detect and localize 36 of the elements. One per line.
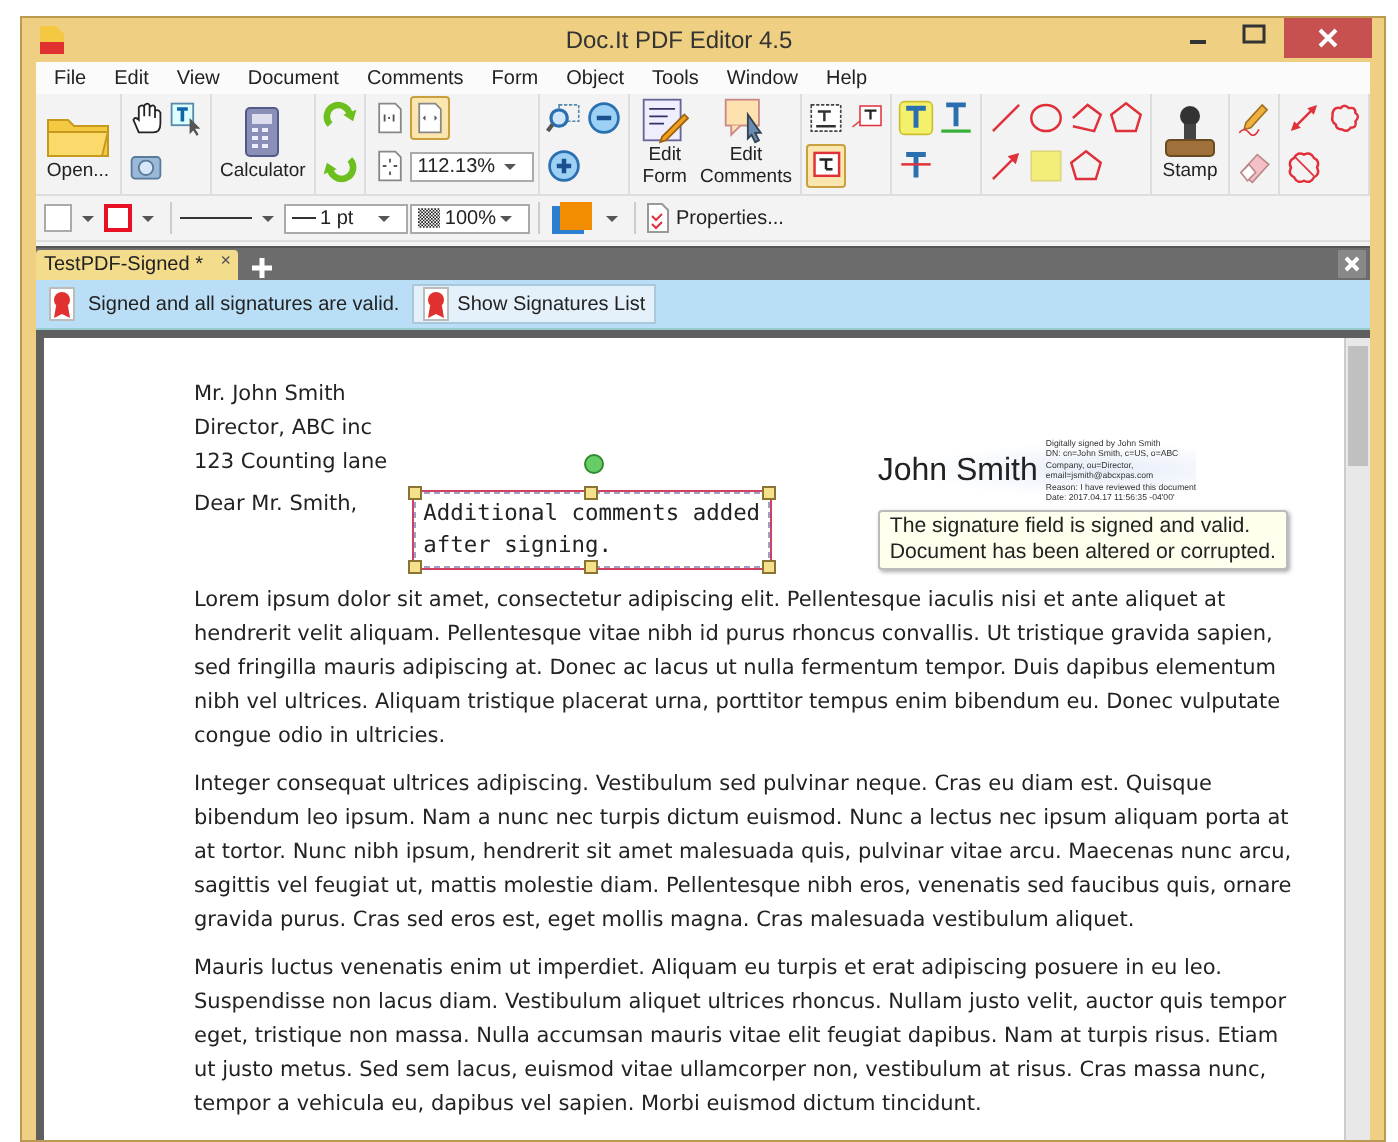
- menu-item[interactable]: Form: [477, 67, 553, 89]
- greeting-text: Dear Mr. Smith,: [194, 490, 358, 520]
- address-line: Director, ABC inc: [194, 414, 373, 444]
- menu-item[interactable]: Tools: [638, 67, 713, 89]
- properties-button[interactable]: Properties...: [644, 200, 786, 236]
- menu-item[interactable]: Edit: [100, 67, 163, 89]
- body-paragraph: Integer consequat ultrices adipiscing. Vestibulum sed pulvinar neque. Cras eu diam est. Quisque bibendum leo ipsum. Nam a nunc nec turpis dictum euismod. Nunc a lectus nec ipsum aliquam porta at at tortor. Nunc nibh ipsum, hendrerit sit amet malesuada quis, pulvinar vitae arcu. Maecenas nunc arcu, sagittis vel feugiat ut, mattis molestie diam. Pellentesque nibh eros, venenatis sed faucibus quis, ornare gravida purus. Cras sed eros est, eget mollis magna. Cras malesuada vestibulum aliquet.: [194, 770, 1294, 937]
- zoom-dropdown[interactable]: 112.13%: [409, 151, 534, 181]
- menu-item[interactable]: Help: [811, 67, 882, 89]
- tool-button[interactable]: Stamp: [1156, 94, 1224, 190]
- tool-button[interactable]: Open...: [40, 94, 116, 190]
- menu-item[interactable]: Comments: [352, 67, 478, 89]
- annotation-text-line: after signing.: [423, 530, 614, 562]
- menu-item[interactable]: Window: [712, 67, 812, 89]
- body-paragraph: Lorem ipsum dolor sit amet, consectetur adipiscing elit. Pellentesque iaculis nisi et ante aliquet at hendrerit velit aliquam. Pellentesque vitae nibh id purus rhoncus convallis. Ut tristique gravida sapien, sed fringilla mauris adipiscing at. Donec ac lacus ut nulla fermentum tempor. Duis dapibus elementum nibh vel ultrices. Aliquam tristique placerat urna, porttitor tempus enim bibendum eu. Donec vulputate congue odio in ultricies.: [194, 586, 1283, 753]
- body-paragraph: Mauris luctus venenatis enim ut imperdiet. Aliquam eu turpis et erat adipiscing posuere in eu leo. Suspendisse non lacus diam. Vestibulum aliquet ultrices rhoncus. Nullam justo velit, auctor quis tempor eget, tristique non massa. Nulla accumsan mauris vitae elit feugiat dapibus. Nam at turpis risus. Etiam ut justo metus. Sed sem lacus, euismod vitae ullamcorper non, vestibulum at risus. Cras massa nunc, tempor a vehicula eu, dapibus vel sapien. Morbi euismod dictum tincidunt.: [194, 954, 1289, 1121]
- menu-item[interactable]: Object: [552, 67, 639, 89]
- annotation-text-line: Additional comments added: [423, 498, 761, 530]
- tool-button[interactable]: Edit Comments: [696, 94, 796, 190]
- opacity-dropdown[interactable]: 100%: [410, 203, 530, 233]
- address-line: 123 Counting lane: [194, 448, 388, 478]
- tool-button[interactable]: Calculator: [216, 94, 310, 190]
- line-width-dropdown[interactable]: 1 pt: [284, 203, 408, 233]
- tooltip-line: The signature field is signed and valid.: [889, 514, 1253, 541]
- signature-status-text: Signed and all signatures are valid.: [88, 293, 400, 315]
- menu-item[interactable]: File: [40, 67, 101, 89]
- tooltip-line: Document has been altered or corrupted.: [889, 540, 1276, 567]
- address-line: Mr. John Smith: [194, 380, 346, 410]
- show-signatures-button[interactable]: Show Signatures List: [411, 284, 656, 324]
- window-title: Doc.It PDF Editor 4.5: [563, 26, 795, 54]
- signature-name: John Smith: [877, 453, 1038, 488]
- menu-item[interactable]: View: [162, 67, 234, 89]
- menu-item[interactable]: Document: [233, 67, 353, 89]
- document-tab[interactable]: TestPDF-Signed * ×: [36, 250, 239, 280]
- tab-close-button[interactable]: ×: [220, 250, 231, 270]
- tool-button[interactable]: Edit Form: [633, 94, 696, 190]
